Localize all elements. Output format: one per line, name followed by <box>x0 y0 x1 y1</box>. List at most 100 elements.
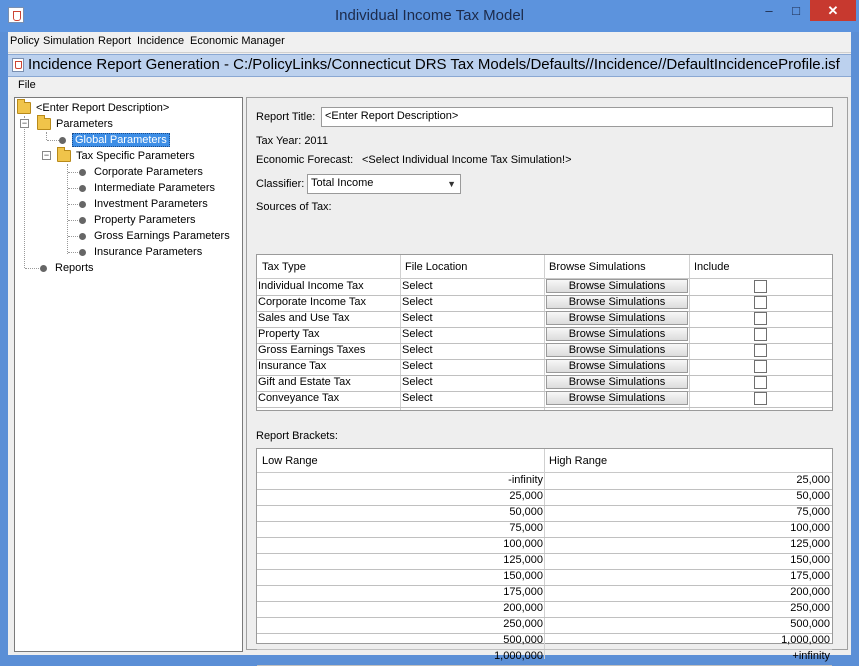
menu-economic-manager[interactable]: Economic Manager <box>190 35 285 47</box>
tree-node-intermediate-parameters[interactable]: Intermediate Parameters <box>79 180 217 196</box>
include-checkbox[interactable] <box>754 392 767 405</box>
low-range-cell[interactable]: 500,000 <box>257 634 543 646</box>
high-range-cell[interactable]: 100,000 <box>546 522 830 534</box>
table-row[interactable]: Gift and Estate Tax Select Browse Simula… <box>257 375 832 392</box>
high-range-cell[interactable]: 200,000 <box>546 586 830 598</box>
browse-simulations-button[interactable]: Browse Simulations <box>546 295 688 309</box>
include-checkbox[interactable] <box>754 360 767 373</box>
tree-node-gross-earnings-parameters[interactable]: Gross Earnings Parameters <box>79 228 232 244</box>
low-range-cell[interactable]: -infinity <box>257 474 543 486</box>
file-location-cell[interactable]: Select <box>402 344 433 356</box>
column-header-low-range[interactable]: Low Range <box>262 455 318 467</box>
include-checkbox[interactable] <box>754 328 767 341</box>
tree-node-corporate-parameters[interactable]: Corporate Parameters <box>79 164 205 180</box>
column-header-tax-type[interactable]: Tax Type <box>262 261 306 273</box>
low-range-cell[interactable]: 50,000 <box>257 506 543 518</box>
table-row[interactable]: 125,000 150,000 <box>257 553 832 570</box>
browse-simulations-button[interactable]: Browse Simulations <box>546 359 688 373</box>
internal-frame-titlebar[interactable]: Incidence Report Generation - C:/PolicyL… <box>8 54 851 77</box>
column-header-include[interactable]: Include <box>694 261 729 273</box>
browse-simulations-button[interactable]: Browse Simulations <box>546 343 688 357</box>
tree-node-reports[interactable]: Reports <box>40 260 96 276</box>
table-row[interactable]: Sales and Use Tax Select Browse Simulati… <box>257 311 832 328</box>
high-range-cell[interactable]: 125,000 <box>546 538 830 550</box>
table-row[interactable]: -infinity 25,000 <box>257 473 832 490</box>
include-checkbox[interactable] <box>754 280 767 293</box>
sources-of-tax-table[interactable]: Tax Type File Location Browse Simulation… <box>256 254 833 411</box>
table-row[interactable]: 150,000 175,000 <box>257 569 832 586</box>
high-range-cell[interactable]: 150,000 <box>546 554 830 566</box>
tree-node-global-parameters[interactable]: Global Parameters <box>59 132 170 148</box>
maximize-button[interactable]: □ <box>783 0 809 21</box>
table-row[interactable]: Gross Earnings Taxes Select Browse Simul… <box>257 343 832 360</box>
high-range-cell[interactable]: 175,000 <box>546 570 830 582</box>
low-range-cell[interactable]: 175,000 <box>257 586 543 598</box>
tree-node-investment-parameters[interactable]: Investment Parameters <box>79 196 210 212</box>
close-button[interactable]: ✕ <box>810 0 856 21</box>
tree-panel[interactable]: <Enter Report Description> − Parameters … <box>14 97 243 652</box>
low-range-cell[interactable]: 200,000 <box>257 602 543 614</box>
classifier-dropdown[interactable]: Total Income ▼ <box>307 174 461 194</box>
table-row[interactable]: 25,000 50,000 <box>257 489 832 506</box>
high-range-cell[interactable]: 1,000,000 <box>546 634 830 646</box>
low-range-cell[interactable]: 75,000 <box>257 522 543 534</box>
include-checkbox[interactable] <box>754 296 767 309</box>
browse-simulations-button[interactable]: Browse Simulations <box>546 311 688 325</box>
browse-simulations-button[interactable]: Browse Simulations <box>546 375 688 389</box>
table-row[interactable]: 500,000 1,000,000 <box>257 633 832 650</box>
column-header-file-location[interactable]: File Location <box>405 261 467 273</box>
table-row[interactable]: 50,000 75,000 <box>257 505 832 522</box>
table-row[interactable]: Individual Income Tax Select Browse Simu… <box>257 279 832 296</box>
table-row[interactable]: 200,000 250,000 <box>257 601 832 618</box>
high-range-cell[interactable]: 250,000 <box>546 602 830 614</box>
file-location-cell[interactable]: Select <box>402 392 433 404</box>
menu-policy[interactable]: Policy <box>10 35 39 47</box>
table-row[interactable]: 1,000,000 +infinity <box>257 649 832 666</box>
table-row[interactable]: 175,000 200,000 <box>257 585 832 602</box>
high-range-cell[interactable]: 75,000 <box>546 506 830 518</box>
tree-node-tax-specific[interactable]: Tax Specific Parameters <box>57 147 197 164</box>
table-row[interactable]: 75,000 100,000 <box>257 521 832 538</box>
table-row[interactable]: Property Tax Select Browse Simulations <box>257 327 832 344</box>
file-location-cell[interactable]: Select <box>402 280 433 292</box>
report-title-input[interactable]: <Enter Report Description> <box>321 107 833 127</box>
file-location-cell[interactable]: Select <box>402 312 433 324</box>
report-brackets-table[interactable]: Low Range High Range -infinity 25,000 25,… <box>256 448 833 666</box>
tree-node-insurance-parameters[interactable]: Insurance Parameters <box>79 244 204 260</box>
table-row[interactable]: Conveyance Tax Select Browse Simulations <box>257 391 832 408</box>
low-range-cell[interactable]: 125,000 <box>257 554 543 566</box>
file-location-cell[interactable]: Select <box>402 296 433 308</box>
high-range-cell[interactable]: 25,000 <box>546 474 830 486</box>
table-row[interactable]: 250,000 500,000 <box>257 617 832 634</box>
low-range-cell[interactable]: 100,000 <box>257 538 543 550</box>
minimize-button[interactable]: – <box>756 0 782 21</box>
browse-simulations-button[interactable]: Browse Simulations <box>546 327 688 341</box>
browse-simulations-button[interactable]: Browse Simulations <box>546 391 688 405</box>
file-location-cell[interactable]: Select <box>402 328 433 340</box>
include-checkbox[interactable] <box>754 344 767 357</box>
include-checkbox[interactable] <box>754 312 767 325</box>
low-range-cell[interactable]: 1,000,000 <box>257 650 543 662</box>
browse-simulations-button[interactable]: Browse Simulations <box>546 279 688 293</box>
table-row[interactable]: Corporate Income Tax Select Browse Simul… <box>257 295 832 312</box>
include-checkbox[interactable] <box>754 376 767 389</box>
file-location-cell[interactable]: Select <box>402 376 433 388</box>
high-range-cell[interactable]: +infinity <box>546 650 830 662</box>
tree-node-property-parameters[interactable]: Property Parameters <box>79 212 197 228</box>
column-header-high-range[interactable]: High Range <box>549 455 607 467</box>
menu-report[interactable]: Report <box>98 35 131 47</box>
table-row[interactable]: Insurance Tax Select Browse Simulations <box>257 359 832 376</box>
tree-node-root[interactable]: <Enter Report Description> <box>17 99 171 116</box>
column-header-browse-simulations[interactable]: Browse Simulations <box>549 261 646 273</box>
low-range-cell[interactable]: 150,000 <box>257 570 543 582</box>
file-location-cell[interactable]: Select <box>402 360 433 372</box>
menu-incidence[interactable]: Incidence <box>137 35 184 47</box>
collapse-icon[interactable]: − <box>20 119 29 128</box>
menu-file[interactable]: File <box>18 79 36 91</box>
low-range-cell[interactable]: 250,000 <box>257 618 543 630</box>
menu-simulation[interactable]: Simulation <box>43 35 94 47</box>
high-range-cell[interactable]: 500,000 <box>546 618 830 630</box>
high-range-cell[interactable]: 50,000 <box>546 490 830 502</box>
low-range-cell[interactable]: 25,000 <box>257 490 543 502</box>
tree-node-parameters[interactable]: Parameters <box>37 115 115 132</box>
